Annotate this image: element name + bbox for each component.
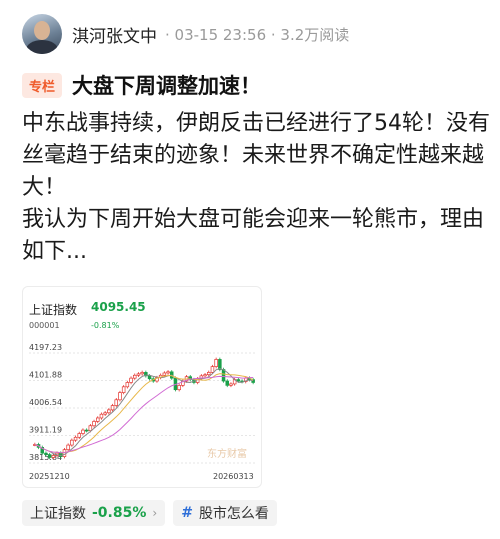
index-chip-pct: -0.85% (92, 505, 147, 521)
candle-body (221, 369, 226, 382)
x-start-label: 20251210 (29, 472, 70, 481)
candle-body (88, 425, 93, 432)
candle-body (95, 417, 100, 422)
chip-row: 上证指数 -0.85% › # 股市怎么看 (22, 500, 285, 526)
candle-body (62, 449, 67, 457)
candle-body (51, 455, 56, 458)
body-paragraph-1: 中东战事持续，伊朗反击已经进行了54轮！没有丝毫趋于结束的迹象！未来世界不确定性… (22, 111, 490, 200)
post-title: 大盘下周调整加速！ (72, 74, 262, 98)
candle-body (99, 413, 104, 419)
author-name[interactable]: 淇河张文中 (72, 22, 157, 47)
candle-body (162, 372, 167, 376)
candle-body (214, 359, 218, 367)
column-tag[interactable]: 专栏 (22, 72, 63, 98)
y-tick-label: 4006.54 (29, 398, 62, 407)
candle-body (136, 373, 141, 376)
candle-body (70, 439, 74, 446)
candle-body (121, 386, 126, 393)
candle-body (210, 366, 215, 373)
topic-label: 股市怎么看 (198, 506, 269, 522)
y-tick-label: 3911.19 (29, 425, 62, 434)
body-paragraph-2: 我认为下周开始大盘可能会迎来一轮熊市，理由如下... (22, 207, 485, 264)
y-tick-label: 4197.23 (29, 343, 62, 352)
ma20-line (34, 375, 254, 454)
title-row: 专栏 大盘下周调整加速！ (22, 70, 261, 100)
candle-body (73, 436, 78, 441)
candle-body (77, 433, 81, 438)
hashtag-icon: # (181, 505, 193, 521)
chevron-right-icon: › (152, 506, 158, 520)
candle-body (166, 371, 170, 374)
index-chip-label: 上证指数 (30, 506, 86, 522)
index-chip[interactable]: 上证指数 -0.85% › (22, 500, 166, 526)
candle-body (236, 379, 241, 382)
candle-body (125, 382, 130, 388)
candle-body (132, 374, 137, 379)
watermark: 东方财富 (207, 447, 247, 460)
avatar[interactable] (22, 14, 62, 54)
candle-body (103, 412, 107, 415)
candle-body (92, 421, 96, 427)
candle-body (147, 375, 152, 380)
x-end-label: 20260313 (213, 472, 254, 481)
ma10-line (34, 373, 254, 454)
candle-body (218, 359, 222, 370)
candle-body (177, 385, 181, 391)
index-chart-card[interactable]: 上证指数 4095.45 000001 -0.81% 4197.23 4101.8… (22, 286, 262, 488)
candle-body (129, 377, 133, 383)
ma5-line (34, 367, 254, 456)
candle-body (81, 429, 85, 434)
y-tick-label: 4101.88 (29, 371, 62, 380)
candle-body (66, 444, 70, 451)
candle-body (207, 372, 211, 376)
candle-body (118, 392, 122, 401)
candle-body (110, 405, 115, 411)
post-meta: · 03-15 23:56 · 3.2万阅读 (165, 25, 350, 44)
kline-chart: 4197.234101.884006.543911.193815.84 东方财富2… (29, 343, 255, 481)
candle-body (84, 429, 89, 432)
topic-chip[interactable]: # 股市怎么看 (173, 500, 277, 526)
candle-body (44, 452, 48, 455)
candle-body (47, 454, 52, 458)
candle-body (203, 374, 207, 377)
post-body: 中东战事持续，伊朗反击已经进行了54轮！没有丝毫趋于结束的迹象！未来世界不确定性… (22, 108, 492, 268)
post-header: 淇河张文中 · 03-15 23:56 · 3.2万阅读 (22, 12, 482, 56)
candle-body (229, 383, 233, 386)
candle-body (114, 399, 118, 406)
candle-body (140, 372, 144, 375)
candle-body (107, 409, 111, 414)
candle-body (225, 380, 230, 386)
